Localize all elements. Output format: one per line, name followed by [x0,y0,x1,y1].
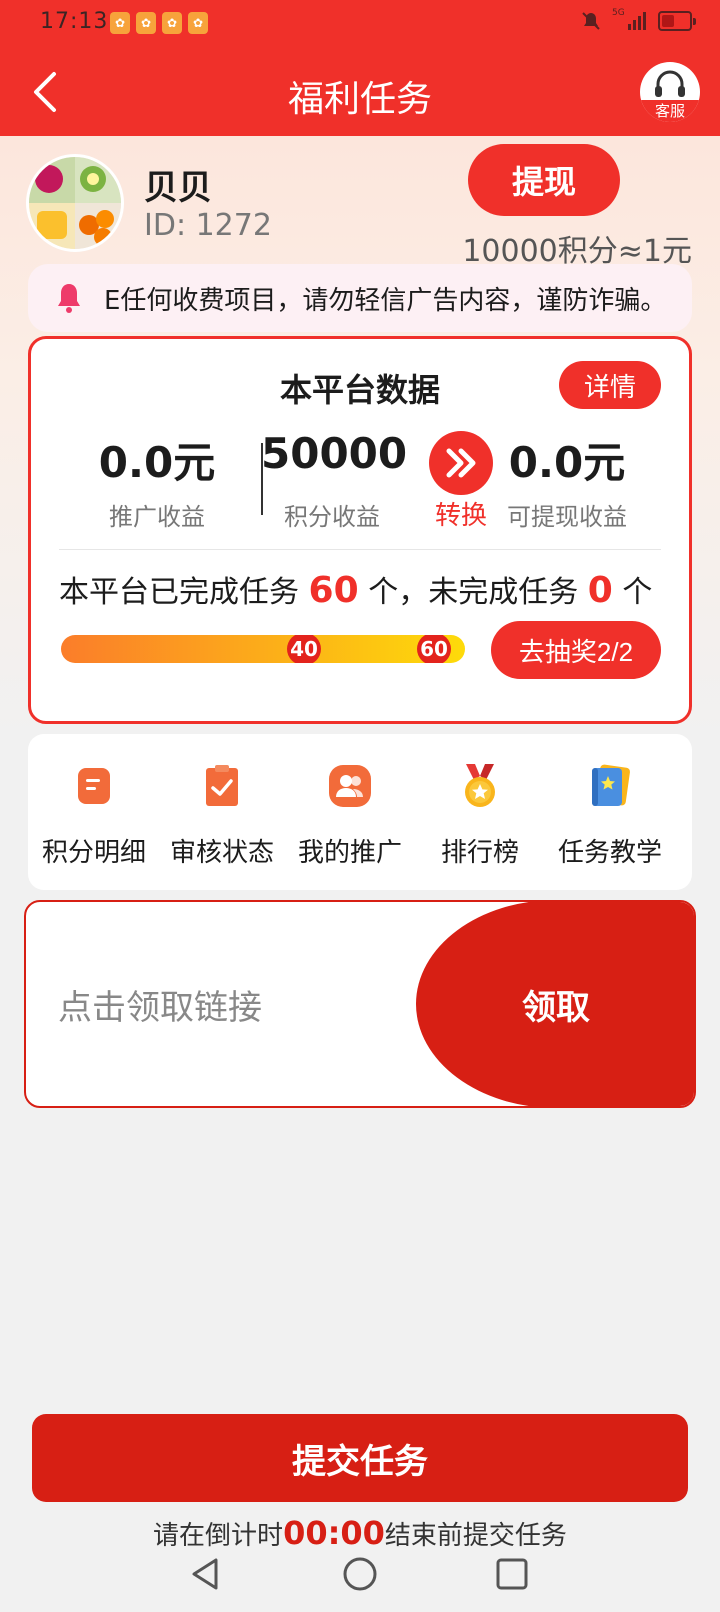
menu-item-points-detail[interactable]: 积分明细 [28,758,160,870]
menu-item-my-promotion[interactable]: 我的推广 [284,758,416,870]
promo-income-label: 推广收益 [109,503,205,531]
submit-task-button[interactable]: 提交任务 [32,1414,688,1502]
milestone-badge: 40 [287,635,321,663]
task-summary-mid: 个，未完成任务 [368,575,579,610]
nav-home-icon[interactable] [340,1554,380,1594]
status-time: 17:13 [40,9,109,34]
nav-recents-icon[interactable] [492,1554,532,1594]
divider [59,549,661,550]
convert-label[interactable]: 转换 [423,495,499,532]
app-notification-icon: ✿ [110,12,130,34]
app-header: 福利任务 客服 [0,48,720,136]
link-field[interactable]: 点击领取链接 [58,980,262,1029]
menu-label: 审核状态 [169,838,274,868]
platform-stats-card: 本平台数据 详情 0.0元 推广收益 50000 积分收益 转换 0.0元 可提… [28,336,692,724]
signal-icon: 5G [612,8,648,32]
medal-icon [456,762,504,810]
menu-item-review-status[interactable]: 审核状态 [156,758,288,870]
milestone-badge: 60 [417,635,451,663]
points-income-value: 50000 [261,429,408,478]
app-notification-icon: ✿ [136,12,156,34]
withdrawable-income-label: 可提现收益 [507,503,627,531]
convert-button[interactable] [429,431,493,495]
quick-menu: 积分明细 审核状态 我的推广 排行榜 任务教学 [28,734,692,890]
notification-icons: ✿ ✿ ✿ ✿ [110,12,208,34]
double-chevron-right-icon [446,448,476,478]
withdrawable-income-value: 0.0元 [508,438,626,487]
task-summary-suffix: 个 [622,575,653,610]
page-title: 福利任务 [287,79,432,120]
claim-button[interactable]: 领取 [416,902,694,1106]
menu-label: 排行榜 [440,838,519,868]
app-notification-icon: ✿ [162,12,182,34]
notice-text: E任何收费项目，请勿轻信广告内容，谨防诈骗。 [104,286,667,316]
menu-item-leaderboard[interactable]: 排行榜 [414,758,546,870]
system-nav-bar [0,1540,720,1612]
menu-label: 积分明细 [41,838,146,868]
book-icon [586,762,634,810]
user-id: ID: 1272 [144,208,272,243]
detail-button[interactable]: 详情 [559,361,661,409]
mute-bell-icon [582,12,600,30]
points-detail-icon [70,762,118,810]
clipboard-check-icon [198,762,246,810]
task-summary-prefix: 本平台已完成任务 [59,575,299,610]
nav-back-icon[interactable] [186,1554,226,1594]
notice-bar: E任何收费项目，请勿轻信广告内容，谨防诈骗。 [28,264,692,332]
completed-count: 60 [308,570,359,611]
link-claim-card: 点击领取链接 领取 [24,900,696,1108]
uncompleted-count: 0 [587,570,613,611]
battery-icon [658,11,696,31]
task-progress-bar: 40 60 [61,635,465,663]
menu-label: 我的推广 [297,838,402,868]
customer-service-label: 客服 [640,100,700,122]
lottery-button[interactable]: 去抽奖2/2 [491,621,661,679]
bell-icon [58,284,80,313]
users-icon [326,762,374,810]
user-name: 贝贝 [144,168,212,208]
status-bar: 17:13 ✿ ✿ ✿ ✿ 5G [0,0,720,48]
headset-icon [655,70,685,97]
task-summary: 本平台已完成任务 60 个，未完成任务 0 个 [59,567,652,611]
withdraw-button[interactable]: 提现 [468,144,620,216]
customer-service-button[interactable]: 客服 [640,62,700,122]
app-notification-icon: ✿ [188,12,208,34]
status-indicators: 5G [580,8,696,32]
promo-income-value: 0.0元 [98,438,216,487]
menu-item-task-tutorial[interactable]: 任务教学 [544,758,676,870]
avatar[interactable] [26,154,124,252]
menu-label: 任务教学 [557,838,662,868]
points-income-label: 积分收益 [284,503,380,531]
